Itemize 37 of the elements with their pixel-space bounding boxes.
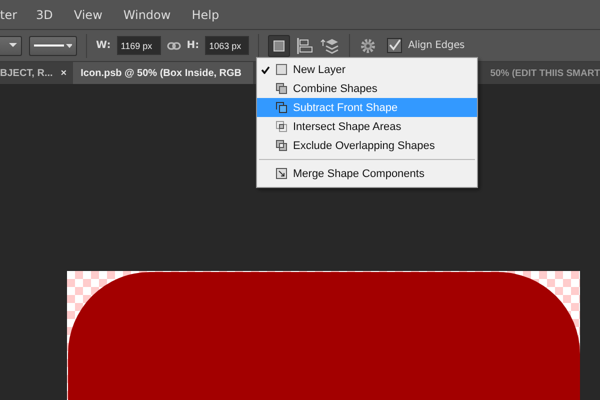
align-icon[interactable] [296, 36, 314, 54]
caret-icon [66, 44, 72, 48]
intersect-shapes-icon [275, 120, 288, 133]
menu-item[interactable]: ter [0, 8, 28, 22]
menu-item[interactable]: Combine Shapes [257, 79, 477, 98]
arrange-icon[interactable] [320, 36, 340, 54]
close-icon[interactable]: × [60, 68, 67, 78]
height-field[interactable]: 1063 px [205, 36, 250, 55]
menu-item[interactable]: Exclude Overlapping Shapes [257, 136, 477, 155]
align-edges-checkbox[interactable] [387, 38, 402, 53]
menu-item[interactable]: Intersect Shape Areas [257, 117, 477, 136]
settings-icon[interactable] [359, 36, 378, 54]
merge-shapes-icon [275, 167, 288, 180]
document-tab[interactable]: 50% (EDIT THIIS SMART [490, 62, 600, 84]
menu-item[interactable]: Help [192, 8, 230, 22]
height-label: H: [186, 40, 200, 51]
menu-item[interactable]: View [74, 8, 112, 22]
menu-item[interactable]: Merge Shape Components [257, 164, 477, 183]
fill-dropdown[interactable] [0, 36, 22, 56]
subtract-shape-icon [275, 101, 288, 114]
align-edges-label: Align Edges [408, 40, 465, 51]
link-icon[interactable] [166, 42, 181, 50]
caret-icon [9, 43, 17, 48]
stroke-style-dropdown[interactable] [29, 36, 77, 56]
exclude-shapes-icon [275, 139, 288, 152]
square-icon [275, 63, 288, 76]
document-tab[interactable]: Icon.psb @ 50% (Box Inside, RGB [72, 62, 253, 84]
width-label: W: [96, 40, 111, 51]
width-field[interactable]: 1169 px [116, 36, 161, 55]
menu-item[interactable]: New Layer [257, 60, 477, 79]
menu-item[interactable]: 3D [36, 8, 63, 22]
combine-shapes-icon [275, 82, 288, 95]
document-tab[interactable]: BJECT, R... × [0, 62, 73, 84]
path-operations-button[interactable] [268, 34, 290, 56]
line-style-icon [34, 44, 64, 47]
square-icon [273, 40, 286, 52]
menu-item[interactable]: Window [123, 8, 181, 22]
